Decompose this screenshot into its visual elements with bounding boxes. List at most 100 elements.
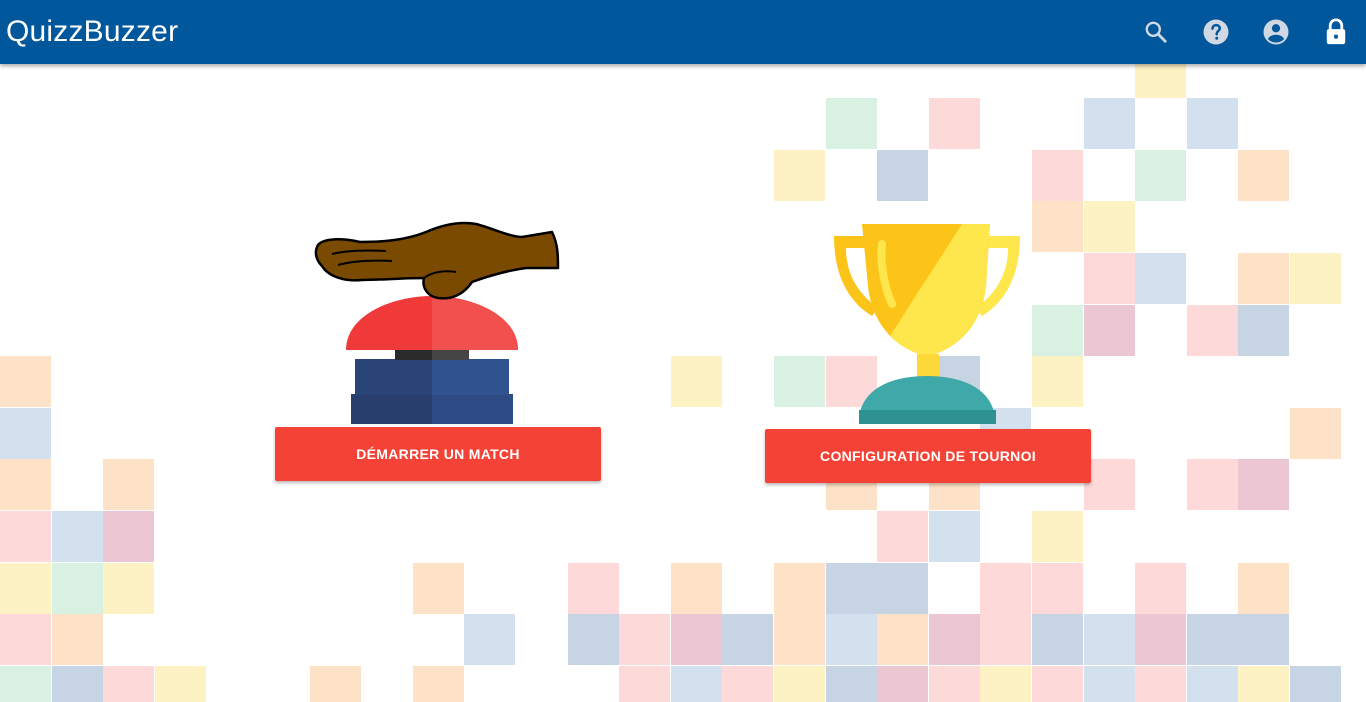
background-tile [670,665,722,702]
background-tile [1083,304,1135,356]
background-tile [51,665,103,702]
background-tile [1032,511,1083,562]
background-tile [928,665,980,702]
background-tile [825,562,877,614]
background-tile [412,562,464,614]
background-tile [1186,614,1238,666]
help-button[interactable] [1200,16,1232,48]
background-tile [1186,98,1238,150]
background-tile [877,665,929,702]
background-tile [1083,253,1135,304]
background-tile [1238,459,1290,511]
background-tile [103,459,155,511]
search-icon [1145,21,1167,43]
background-tile [1290,407,1341,459]
background-tile [928,511,980,562]
background-tile [928,614,980,666]
buzzer-hand-illustration [314,221,560,424]
background-tile [1032,356,1083,408]
background-tile [0,407,51,459]
background-tile [774,149,825,201]
background-tile [1032,201,1083,253]
background-tile [1032,665,1083,702]
background-tile [1135,665,1187,702]
background-tile [0,562,51,614]
background-tile [309,665,361,702]
background-tile [1186,459,1238,511]
background-tile [670,614,722,666]
background-tile [464,614,516,666]
background-tile [103,511,155,562]
lock-button[interactable] [1320,16,1352,48]
account-button[interactable] [1260,16,1292,48]
background-tile [567,562,619,614]
background-tile [1083,665,1135,702]
background-tile [1135,149,1187,201]
background-tile [1238,253,1290,304]
background-tile [1032,562,1083,614]
background-tile [0,356,51,408]
background-tile [1032,149,1083,201]
background-tile [0,459,51,511]
background-tile [670,562,722,614]
background-tile [928,98,980,150]
top-app-bar: QuizzBuzzer [0,0,1366,64]
background-tile [51,511,103,562]
background-tile [0,511,51,562]
background-tile [722,614,774,666]
background-tile [1135,253,1187,304]
app-title: QuizzBuzzer [6,15,179,48]
background-tile [980,562,1032,614]
background-tile [154,665,206,702]
background-tile [1238,562,1290,614]
lock-icon [1326,18,1346,45]
background-tile [51,614,103,666]
background-tile [567,614,619,666]
start-match-button[interactable]: DÉMARRER UN MATCH [275,427,601,481]
background-tile [722,665,774,702]
background-tile [825,98,877,150]
background-tile [1238,304,1290,356]
background-tile-mosaic [0,0,1366,702]
background-tile [774,665,825,702]
background-tile [877,562,929,614]
help-icon [1203,19,1229,45]
background-tile [1186,304,1238,356]
background-tile [1083,201,1135,253]
background-tile [1083,98,1135,150]
background-tile [1238,614,1290,666]
app-root: QuizzBuzzer DÉMARRER UN MATCH CONFIGURAT… [0,0,1366,702]
background-tile [825,614,877,666]
background-tile [412,665,464,702]
background-tile [619,614,671,666]
background-tile [877,511,929,562]
background-tile [774,562,825,614]
account-icon [1263,19,1289,45]
background-tile [1238,665,1290,702]
background-tile [1135,562,1187,614]
background-tile [1083,614,1135,666]
background-tile [774,356,825,408]
background-tile [1238,149,1290,201]
background-tile [103,562,155,614]
background-tile [103,665,155,702]
background-tile [1290,665,1341,702]
background-tile [1032,304,1083,356]
background-tile [51,562,103,614]
background-tile [1290,253,1341,304]
search-button[interactable] [1140,16,1172,48]
background-tile [1032,614,1083,666]
background-tile [1186,665,1238,702]
background-tile [1083,459,1135,511]
background-tile [619,665,671,702]
trophy-illustration [834,224,1020,424]
background-tile [0,614,51,666]
background-tile [774,614,825,666]
background-tile [877,614,929,666]
background-tile [1135,614,1187,666]
tournament-config-button[interactable]: CONFIGURATION DE TOURNOI [765,429,1091,483]
background-tile [825,665,877,702]
background-tile [670,356,722,408]
background-tile [980,614,1032,666]
background-tile [0,665,51,702]
